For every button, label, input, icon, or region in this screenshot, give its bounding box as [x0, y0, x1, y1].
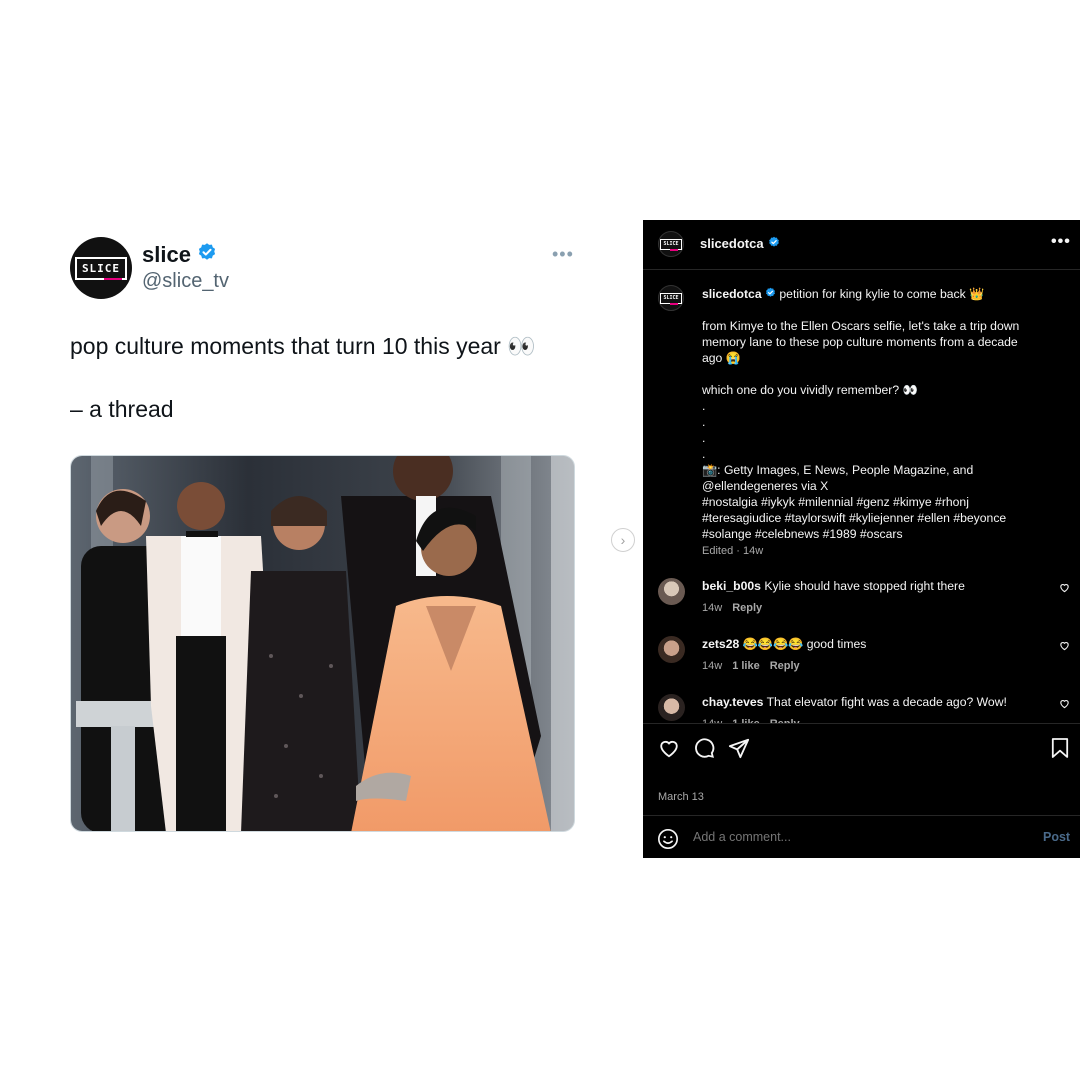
comment-text: That elevator fight was a decade ago? Wo… [766, 695, 1007, 709]
caption-meta: Edited · 14w [702, 545, 764, 557]
display-name-text: slice [142, 242, 191, 267]
comment-meta: 14w 1 like Reply [702, 660, 800, 672]
caption-paragraph: from Kimye to the Ellen Oscars selfie, l… [702, 319, 1020, 365]
tweet-text: pop culture moments that turn 10 this ye… [70, 333, 536, 359]
heart-icon[interactable] [1059, 698, 1070, 709]
post-username[interactable]: slicedotca [700, 236, 780, 251]
comment-text: Kylie should have stopped right there [764, 579, 965, 593]
heart-icon[interactable] [1059, 640, 1070, 651]
caption-credits: 📸: Getty Images, E News, People Magazine… [702, 463, 974, 493]
commenter-avatar[interactable] [658, 636, 685, 663]
post-header: SLICE slicedotca ••• [643, 220, 1080, 270]
comment-meta: 14w Reply [702, 602, 762, 614]
commenter-avatar[interactable] [658, 578, 685, 605]
post-comment-button[interactable]: Post [1043, 830, 1070, 844]
comment-text: 😂😂😂😂 good times [742, 637, 867, 651]
username-text: slicedotca [700, 236, 764, 251]
caption-hashtags[interactable]: #nostalgia #iykyk #milennial #genz #kimy… [702, 494, 1037, 542]
instagram-post-panel: SLICE slicedotca ••• SLICE slicedotca pe… [643, 220, 1080, 858]
reply-button[interactable]: Reply [770, 660, 800, 672]
comment-text-line: zets28 😂😂😂😂 good times [702, 637, 866, 651]
verified-badge-icon [768, 236, 780, 251]
caption-paragraph: which one do you vividly remember? 👀 [702, 383, 918, 397]
caption-avatar[interactable]: SLICE [658, 285, 684, 311]
commenter-avatar[interactable] [658, 694, 685, 721]
avatar[interactable]: SLICE [658, 231, 684, 257]
slice-logo: SLICE [74, 256, 128, 280]
ellipsis-icon[interactable]: ••• [552, 244, 574, 265]
slice-logo: SLICE [660, 292, 682, 305]
slice-logo: SLICE [660, 238, 682, 251]
post-caption: slicedotca petition for king kylie to co… [702, 286, 1037, 542]
comment-username[interactable]: zets28 [702, 637, 739, 651]
add-comment-input[interactable] [693, 830, 993, 844]
caption-username[interactable]: slicedotca [702, 287, 762, 301]
emoji-smiley-icon[interactable] [657, 828, 679, 850]
tweet-text-thread: – a thread [70, 396, 174, 422]
more-options-icon[interactable]: ••• [1051, 233, 1071, 251]
post-date: March 13 [658, 791, 704, 803]
comment-bubble-icon[interactable] [693, 737, 715, 759]
verified-badge-icon [197, 242, 217, 268]
display-name[interactable]: slice [142, 242, 217, 268]
user-handle[interactable]: @slice_tv [142, 270, 229, 293]
reply-button[interactable]: Reply [732, 602, 762, 614]
heart-icon[interactable] [1059, 582, 1070, 593]
post-actions-bar: March 13 [643, 723, 1080, 818]
comment-text-line: beki_b00s Kylie should have stopped righ… [702, 579, 965, 593]
bookmark-icon[interactable] [1051, 737, 1069, 759]
add-comment-bar: Post [643, 815, 1080, 858]
comment-item: beki_b00s Kylie should have stopped righ… [643, 578, 1080, 630]
comment-item: zets28 😂😂😂😂 good times 14w 1 like Reply [643, 636, 1080, 688]
verified-badge-icon [765, 287, 776, 301]
comment-text-line: chay.teves That elevator fight was a dec… [702, 695, 1007, 709]
chevron-right-icon: › [620, 532, 626, 548]
comment-time: 14w [702, 602, 723, 614]
caption-first-line: petition for king kylie to come back 👑 [779, 287, 985, 301]
event-photo-image [71, 456, 574, 831]
carousel-next-button[interactable]: › [611, 528, 635, 552]
comment-likes[interactable]: 1 like [732, 660, 760, 672]
comment-username[interactable]: chay.teves [702, 695, 763, 709]
caption-paragraph: . [702, 447, 706, 461]
like-heart-icon[interactable] [657, 737, 681, 759]
caption-paragraph: . [702, 415, 706, 429]
tweet-photo[interactable] [70, 455, 575, 832]
caption-paragraph [702, 366, 1037, 382]
comment-time: 14w [702, 660, 723, 672]
avatar[interactable]: SLICE [70, 237, 132, 299]
tweet-card: SLICE slice @slice_tv ••• pop culture mo… [0, 0, 610, 1080]
caption-paragraph: . [702, 431, 706, 445]
comment-username[interactable]: beki_b00s [702, 579, 761, 593]
caption-paragraph: . [702, 399, 706, 413]
share-send-icon[interactable] [728, 737, 750, 759]
